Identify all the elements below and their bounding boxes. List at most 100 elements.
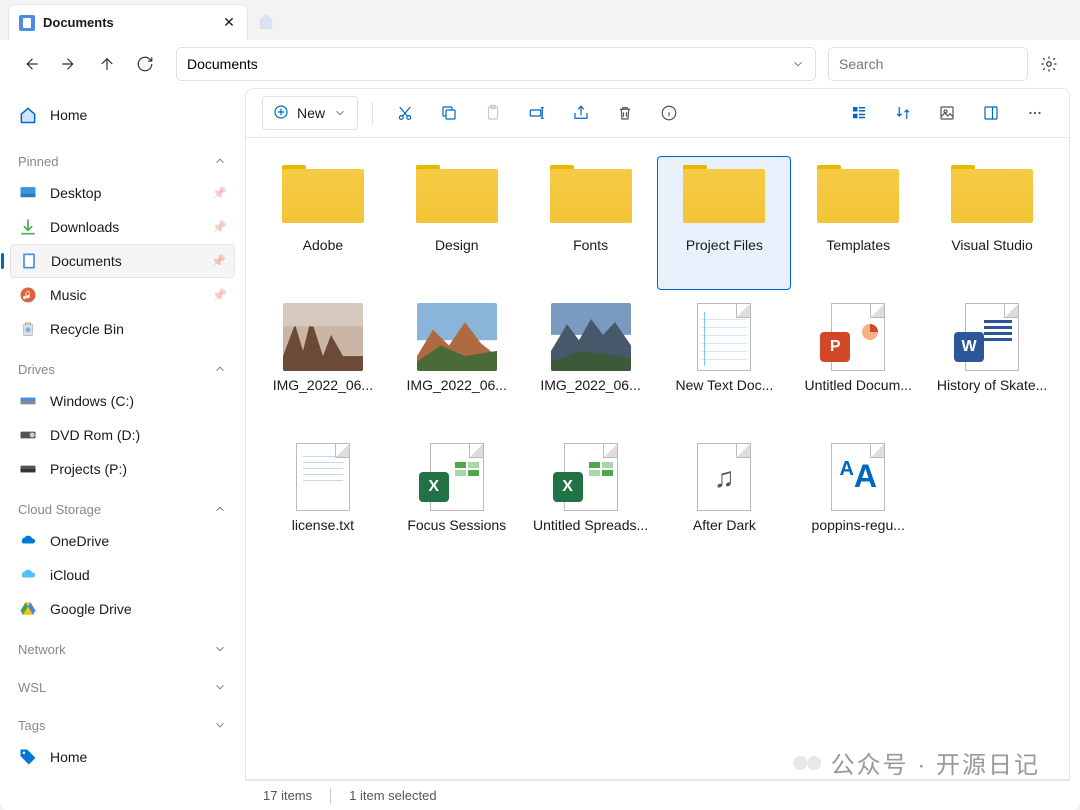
- back-button[interactable]: [14, 47, 48, 81]
- preview-button[interactable]: [973, 95, 1009, 131]
- forward-button[interactable]: [52, 47, 86, 81]
- file-grid[interactable]: Adobe Design FontsProject Files Templates Vi…: [245, 138, 1070, 780]
- image3-icon: [551, 307, 631, 367]
- paste-button[interactable]: [475, 95, 511, 131]
- xlsx-icon: X: [417, 447, 497, 507]
- file-item[interactable]: PUntitled Docum...: [791, 296, 925, 430]
- sidebar-item-downloads[interactable]: Downloads 📌: [10, 210, 235, 244]
- delete-button[interactable]: [607, 95, 643, 131]
- file-label: IMG_2022_06...: [407, 377, 507, 393]
- rename-button[interactable]: [519, 95, 555, 131]
- copy-button[interactable]: [431, 95, 467, 131]
- file-item[interactable]: IMG_2022_06...: [390, 296, 524, 430]
- search-box[interactable]: [828, 47, 1028, 81]
- refresh-button[interactable]: [128, 47, 162, 81]
- up-button[interactable]: [90, 47, 124, 81]
- watermark: 公众号 · 开源日记: [789, 745, 1040, 780]
- file-label: license.txt: [292, 517, 354, 533]
- sort-button[interactable]: [841, 95, 877, 131]
- settings-button[interactable]: [1032, 47, 1066, 81]
- sidebar-item-drive-d[interactable]: DVD Rom (D:): [10, 418, 235, 452]
- section-network-header[interactable]: Network: [10, 634, 235, 664]
- sidebar-item-documents[interactable]: Documents 📌: [10, 244, 235, 278]
- drive-icon: [18, 391, 38, 411]
- file-item[interactable]: XFocus Sessions: [390, 436, 524, 570]
- font-icon: AA: [818, 447, 898, 507]
- close-tab-button[interactable]: ✕: [221, 15, 237, 31]
- pin-icon[interactable]: 📌: [212, 220, 227, 234]
- sidebar-item-icloud[interactable]: iCloud: [10, 558, 235, 592]
- section-wsl-header[interactable]: WSL: [10, 672, 235, 702]
- file-item[interactable]: AApoppins-regu...: [791, 436, 925, 570]
- pin-icon[interactable]: 📌: [212, 186, 227, 200]
- text-icon: [684, 307, 764, 367]
- file-item[interactable]: Adobe: [256, 156, 390, 290]
- file-item[interactable]: Fonts: [524, 156, 658, 290]
- folder-icon: [818, 167, 898, 227]
- sidebar: Home Pinned Desktop 📌 Downloads 📌 Docume…: [0, 88, 245, 810]
- properties-button[interactable]: [651, 95, 687, 131]
- documents-icon: [19, 251, 39, 271]
- address-input[interactable]: [187, 56, 791, 72]
- download-icon: [18, 217, 38, 237]
- dvd-icon: [18, 425, 38, 445]
- view-button[interactable]: [929, 95, 965, 131]
- sidebar-item-music[interactable]: Music 📌: [10, 278, 235, 312]
- file-label: Adobe: [303, 237, 343, 253]
- file-label: Design: [435, 237, 479, 253]
- file-item[interactable]: Design: [390, 156, 524, 290]
- file-item[interactable]: Visual Studio: [925, 156, 1059, 290]
- file-label: Visual Studio: [951, 237, 1032, 253]
- folder-icon: [952, 167, 1032, 227]
- file-label: Untitled Spreads...: [533, 517, 648, 533]
- file-item[interactable]: IMG_2022_06...: [524, 296, 658, 430]
- more-button[interactable]: [1017, 95, 1053, 131]
- sidebar-item-drive-p[interactable]: Projects (P:): [10, 452, 235, 486]
- cut-button[interactable]: [387, 95, 423, 131]
- pptx-icon: P: [818, 307, 898, 367]
- file-label: IMG_2022_06...: [540, 377, 640, 393]
- file-item[interactable]: IMG_2022_06...: [256, 296, 390, 430]
- sidebar-item-tag-home[interactable]: Home: [10, 740, 235, 774]
- file-label: History of Skate...: [937, 377, 1047, 393]
- group-button[interactable]: [885, 95, 921, 131]
- sidebar-item-desktop[interactable]: Desktop 📌: [10, 176, 235, 210]
- file-item[interactable]: license.txt: [256, 436, 390, 570]
- sidebar-item-drive-c[interactable]: Windows (C:): [10, 384, 235, 418]
- file-item[interactable]: Templates: [791, 156, 925, 290]
- file-label: New Text Doc...: [676, 377, 774, 393]
- file-item[interactable]: ♫ After Dark: [657, 436, 791, 570]
- folder-icon: [283, 167, 363, 227]
- tab-documents[interactable]: Documents ✕: [8, 4, 248, 40]
- pin-icon[interactable]: 📌: [211, 254, 226, 268]
- chevron-down-icon[interactable]: [791, 57, 805, 71]
- search-input[interactable]: [839, 56, 1020, 72]
- audio-icon: ♫: [684, 447, 764, 507]
- recycle-icon: [18, 319, 38, 339]
- pin-icon[interactable]: 📌: [212, 288, 227, 302]
- chevron-down-icon: [213, 642, 227, 656]
- sidebar-item-gdrive[interactable]: Google Drive: [10, 592, 235, 626]
- new-button[interactable]: New: [262, 96, 358, 130]
- file-item[interactable]: WHistory of Skate...: [925, 296, 1059, 430]
- section-drives-header[interactable]: Drives: [10, 354, 235, 384]
- section-pinned-header[interactable]: Pinned: [10, 146, 235, 176]
- address-bar[interactable]: [176, 47, 816, 81]
- gdrive-icon: [18, 599, 38, 619]
- music-icon: [18, 285, 38, 305]
- file-label: Templates: [826, 237, 890, 253]
- tag-icon: [18, 747, 38, 767]
- file-item[interactable]: XUntitled Spreads...: [524, 436, 658, 570]
- file-item[interactable]: New Text Doc...: [657, 296, 791, 430]
- file-item[interactable]: Project Files: [657, 156, 791, 290]
- sidebar-item-recycle-bin[interactable]: Recycle Bin: [10, 312, 235, 346]
- section-tags-header[interactable]: Tags: [10, 710, 235, 740]
- sidebar-home[interactable]: Home: [10, 98, 235, 132]
- chevron-down-icon: [333, 106, 347, 120]
- new-tab-button[interactable]: [254, 10, 278, 34]
- sidebar-item-onedrive[interactable]: OneDrive: [10, 524, 235, 558]
- section-cloud-header[interactable]: Cloud Storage: [10, 494, 235, 524]
- share-button[interactable]: [563, 95, 599, 131]
- icloud-icon: [18, 565, 38, 585]
- file-label: After Dark: [693, 517, 756, 533]
